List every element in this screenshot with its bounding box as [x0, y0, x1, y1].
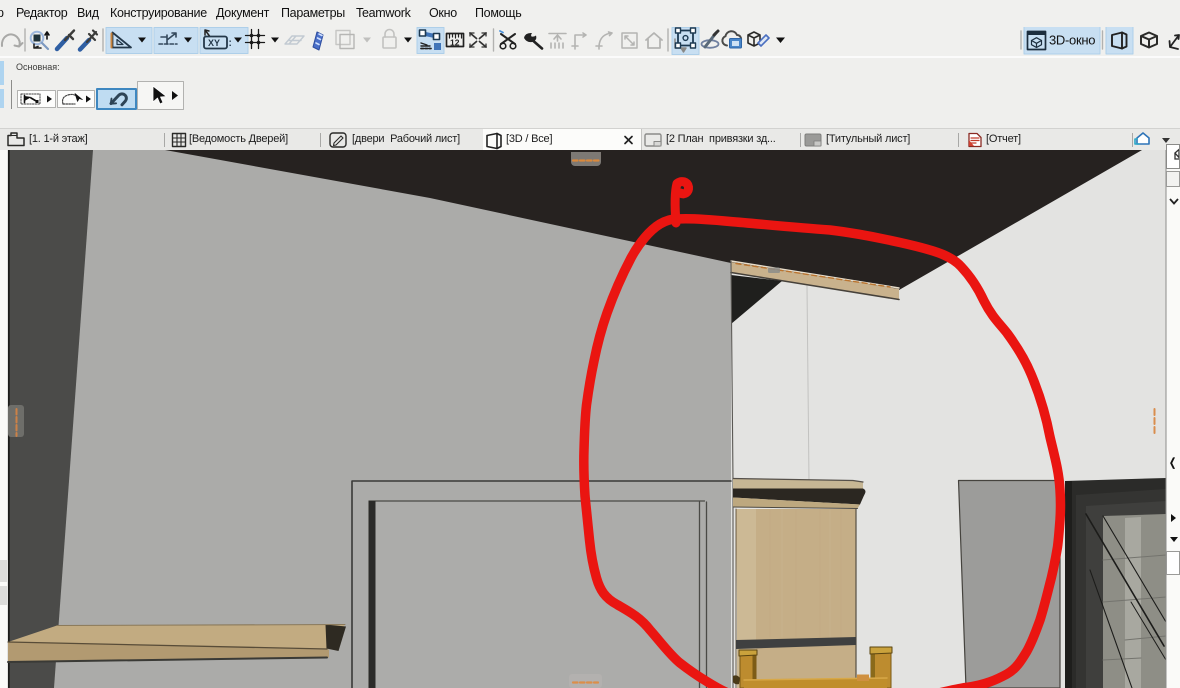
svg-text:12: 12 [450, 38, 460, 48]
svg-text:XY: XY [208, 38, 220, 48]
svg-text:3D-окно: 3D-окно [1049, 33, 1095, 48]
svg-text::: : [229, 38, 232, 49]
